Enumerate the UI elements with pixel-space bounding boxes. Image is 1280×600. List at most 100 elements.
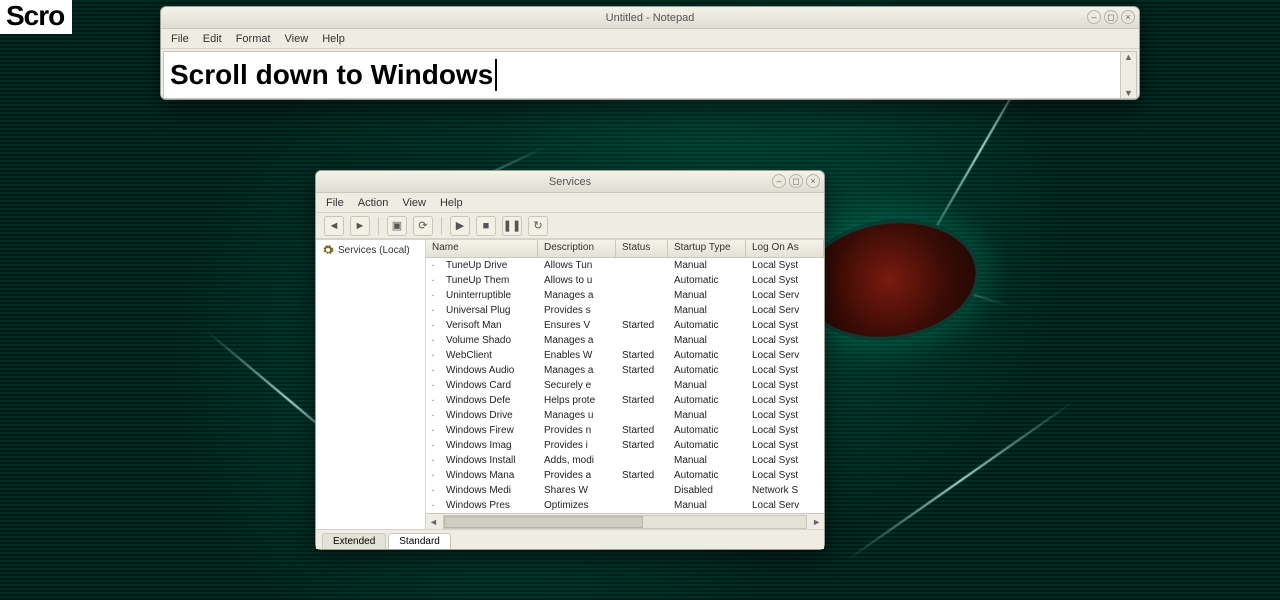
restart-button[interactable]: ↻ bbox=[528, 216, 548, 236]
cell-name: Windows Pres bbox=[440, 500, 538, 511]
close-button[interactable]: × bbox=[1121, 10, 1135, 24]
cell-name: WebClient bbox=[440, 350, 538, 361]
cell-description: Manages a bbox=[538, 335, 616, 346]
services-window: Services – ◻ × File Action View Help ◄ ►… bbox=[315, 170, 825, 550]
services-menubar: File Action View Help bbox=[316, 193, 824, 213]
table-row[interactable]: Windows MediShares WDisabledNetwork S bbox=[426, 483, 824, 498]
cell-log-on-as: Local Syst bbox=[746, 440, 824, 451]
cell-startup-type: Automatic bbox=[668, 470, 746, 481]
menu-view[interactable]: View bbox=[402, 197, 426, 209]
cell-log-on-as: Local Syst bbox=[746, 275, 824, 286]
cell-status: Started bbox=[616, 350, 668, 361]
cell-startup-type: Manual bbox=[668, 500, 746, 511]
refresh-button[interactable]: ⟳ bbox=[413, 216, 433, 236]
cell-startup-type: Disabled bbox=[668, 485, 746, 496]
forward-button[interactable]: ► bbox=[350, 216, 370, 236]
col-description[interactable]: Description bbox=[538, 240, 616, 257]
services-list: Name Description Status Startup Type Log… bbox=[426, 240, 824, 529]
cell-log-on-as: Local Syst bbox=[746, 455, 824, 466]
cell-description: Shares W bbox=[538, 485, 616, 496]
close-button[interactable]: × bbox=[806, 174, 820, 188]
table-row[interactable]: Volume ShadoManages aManualLocal Syst bbox=[426, 333, 824, 348]
notepad-editor[interactable]: Scroll down to Windows ▲ ▼ bbox=[163, 51, 1137, 99]
scroll-track[interactable] bbox=[443, 515, 807, 529]
back-button[interactable]: ◄ bbox=[324, 216, 344, 236]
menu-format[interactable]: Format bbox=[236, 33, 271, 45]
cell-startup-type: Manual bbox=[668, 335, 746, 346]
cell-name: Windows Defe bbox=[440, 395, 538, 406]
cell-startup-type: Manual bbox=[668, 455, 746, 466]
gear-icon bbox=[432, 365, 434, 376]
cell-startup-type: Manual bbox=[668, 410, 746, 421]
scroll-up-icon[interactable]: ▲ bbox=[1124, 52, 1133, 62]
scroll-thumb[interactable] bbox=[444, 516, 643, 528]
cell-name: Universal Plug bbox=[440, 305, 538, 316]
services-hscroll[interactable]: ◄ ► bbox=[426, 513, 824, 529]
table-row[interactable]: Verisoft ManEnsures VStartedAutomaticLoc… bbox=[426, 318, 824, 333]
menu-file[interactable]: File bbox=[171, 33, 189, 45]
table-row[interactable]: Windows CardSecurely eManualLocal Syst bbox=[426, 378, 824, 393]
scroll-down-icon[interactable]: ▼ bbox=[1124, 88, 1133, 98]
tree-root-node[interactable]: Services (Local) bbox=[322, 244, 419, 256]
cell-description: Enables W bbox=[538, 350, 616, 361]
properties-button[interactable]: ▣ bbox=[387, 216, 407, 236]
scroll-right-icon[interactable]: ► bbox=[809, 517, 824, 527]
pause-button[interactable]: ❚❚ bbox=[502, 216, 522, 236]
notepad-title: Untitled - Notepad bbox=[606, 12, 695, 24]
menu-view[interactable]: View bbox=[285, 33, 309, 45]
tab-standard[interactable]: Standard bbox=[388, 533, 451, 549]
table-row[interactable]: Windows DriveManages uManualLocal Syst bbox=[426, 408, 824, 423]
cell-description: Manages u bbox=[538, 410, 616, 421]
table-row[interactable]: Windows PresOptimizesManualLocal Serv bbox=[426, 498, 824, 513]
notepad-titlebar[interactable]: Untitled - Notepad – ◻ × bbox=[161, 7, 1139, 29]
scroll-left-icon[interactable]: ◄ bbox=[426, 517, 441, 527]
cell-name: Windows Firew bbox=[440, 425, 538, 436]
tab-extended[interactable]: Extended bbox=[322, 533, 386, 549]
col-log-on-as[interactable]: Log On As bbox=[746, 240, 824, 257]
table-row[interactable]: TuneUp DriveAllows TunManualLocal Syst bbox=[426, 258, 824, 273]
maximize-button[interactable]: ◻ bbox=[1104, 10, 1118, 24]
video-caption-fragment: Scro bbox=[0, 0, 72, 34]
cell-log-on-as: Local Syst bbox=[746, 470, 824, 481]
maximize-button[interactable]: ◻ bbox=[789, 174, 803, 188]
cell-name: Windows Drive bbox=[440, 410, 538, 421]
stop-button[interactable]: ■ bbox=[476, 216, 496, 236]
gear-icon bbox=[432, 275, 434, 286]
menu-file[interactable]: File bbox=[326, 197, 344, 209]
menu-help[interactable]: Help bbox=[440, 197, 463, 209]
cell-status: Started bbox=[616, 440, 668, 451]
cell-log-on-as: Local Serv bbox=[746, 290, 824, 301]
table-row[interactable]: Windows FirewProvides nStartedAutomaticL… bbox=[426, 423, 824, 438]
cell-log-on-as: Local Syst bbox=[746, 425, 824, 436]
table-row[interactable]: Windows ManaProvides aStartedAutomaticLo… bbox=[426, 468, 824, 483]
col-status[interactable]: Status bbox=[616, 240, 668, 257]
table-row[interactable]: TuneUp ThemAllows to uAutomaticLocal Sys… bbox=[426, 273, 824, 288]
gear-icon bbox=[432, 410, 434, 421]
menu-help[interactable]: Help bbox=[322, 33, 345, 45]
table-row[interactable]: Windows ImagProvides iStartedAutomaticLo… bbox=[426, 438, 824, 453]
menu-action[interactable]: Action bbox=[358, 197, 389, 209]
cell-name: Windows Install bbox=[440, 455, 538, 466]
table-row[interactable]: Windows InstallAdds, modiManualLocal Sys… bbox=[426, 453, 824, 468]
table-row[interactable]: WebClientEnables WStartedAutomaticLocal … bbox=[426, 348, 824, 363]
menu-edit[interactable]: Edit bbox=[203, 33, 222, 45]
cell-description: Provides s bbox=[538, 305, 616, 316]
cell-startup-type: Manual bbox=[668, 305, 746, 316]
cell-startup-type: Automatic bbox=[668, 395, 746, 406]
table-row[interactable]: Windows DefeHelps proteStartedAutomaticL… bbox=[426, 393, 824, 408]
col-startup-type[interactable]: Startup Type bbox=[668, 240, 746, 257]
table-row[interactable]: UninterruptibleManages aManualLocal Serv bbox=[426, 288, 824, 303]
table-row[interactable]: Universal PlugProvides sManualLocal Serv bbox=[426, 303, 824, 318]
notepad-vscroll[interactable]: ▲ ▼ bbox=[1120, 52, 1136, 98]
col-name[interactable]: Name bbox=[426, 240, 538, 257]
table-row[interactable]: Windows AudioManages aStartedAutomaticLo… bbox=[426, 363, 824, 378]
minimize-button[interactable]: – bbox=[772, 174, 786, 188]
minimize-button[interactable]: – bbox=[1087, 10, 1101, 24]
services-tree[interactable]: Services (Local) bbox=[316, 240, 426, 529]
services-titlebar[interactable]: Services – ◻ × bbox=[316, 171, 824, 193]
cell-name: Windows Mana bbox=[440, 470, 538, 481]
column-headers: Name Description Status Startup Type Log… bbox=[426, 240, 824, 258]
gear-icon bbox=[432, 440, 434, 451]
start-button[interactable]: ▶ bbox=[450, 216, 470, 236]
cell-description: Provides n bbox=[538, 425, 616, 436]
